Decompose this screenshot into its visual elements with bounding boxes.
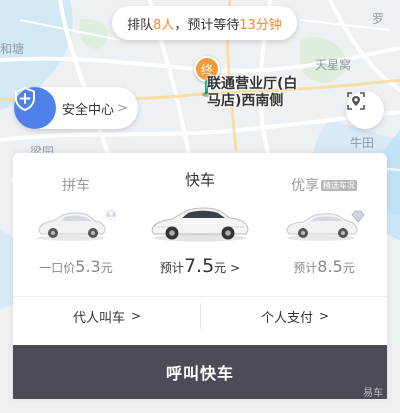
price-prefix: 预计 [159, 261, 184, 275]
map-place-label: 天星窝 [315, 58, 352, 72]
payment-method-button[interactable]: 个人支付 > [261, 305, 329, 327]
price-prefix: 预计 [293, 261, 318, 275]
ride-option-pool[interactable]: 拼车 一口价5.3元 [21, 153, 131, 288]
ride-option-name: 优享 精选车况 [269, 175, 379, 194]
safety-center-label: 安全中心 [62, 102, 115, 118]
locate-button[interactable] [346, 91, 384, 129]
ride-option-express[interactable]: 快车 预计7.5元 > [141, 153, 259, 288]
call-for-other-label: 代人叫车 [73, 310, 126, 326]
payment-method-label: 个人支付 [261, 310, 314, 326]
ride-option-price: 一口价5.3元 [21, 257, 131, 276]
ride-option-name: 快车 [184, 171, 215, 189]
shield-icon [14, 87, 56, 129]
call-for-other-button[interactable]: 代人叫车 > [73, 305, 141, 327]
price-value: 5.3 [75, 257, 101, 276]
price-prefix: 一口价 [39, 261, 76, 275]
queue-status-banner: 排队 8人 ，预计等待 13分钟 [112, 6, 297, 40]
ride-option-price: 预计8.5元 [269, 257, 379, 276]
divider [200, 303, 201, 329]
queue-prefix: 排队 [127, 17, 154, 33]
express-car-icon [151, 207, 249, 242]
premium-car-icon [286, 210, 365, 241]
divider [13, 296, 387, 297]
carpool-car-icon [37, 210, 116, 241]
price-unit: 元 [342, 261, 355, 275]
price-value: 7.5 [183, 255, 215, 277]
destination-name: 联通营业厅(白马店)西南侧 [207, 76, 298, 109]
price-unit: 元 [214, 261, 227, 275]
map-place-label: 牛田 [350, 136, 375, 150]
ride-option-premium[interactable]: 优享 精选车况 预计8.5元 [269, 153, 379, 288]
price-value: 8.5 [317, 257, 343, 276]
chevron-right-icon: > [230, 261, 241, 275]
watermark: 易车 [363, 388, 383, 399]
map-place-label: 和塘 [0, 42, 25, 56]
queue-count: 8人 [153, 17, 175, 33]
chevron-right-icon: > [319, 309, 330, 323]
queue-wait-time: 13分钟 [239, 17, 282, 33]
chevron-right-icon: > [117, 100, 128, 116]
call-express-button[interactable]: 呼叫快车 [13, 345, 387, 399]
locate-icon [347, 92, 365, 110]
premium-tag-badge: 精选车况 [321, 180, 357, 191]
queue-middle: ，预计等待 [174, 17, 240, 33]
safety-center-button[interactable]: 安全中心 > [14, 87, 138, 129]
map-place-label: 罗 [372, 12, 385, 26]
price-unit: 元 [100, 261, 113, 275]
chevron-right-icon: > [131, 309, 142, 323]
ride-option-label: 优享 [291, 178, 319, 194]
ride-option-name: 拼车 [62, 178, 90, 194]
ride-option-price: 预计7.5元 > [141, 255, 259, 277]
ride-options-card: 拼车 一口价5.3元 快车 预计7.5元 > 优享 精选车况 预计8.5元 代人… [13, 153, 387, 399]
